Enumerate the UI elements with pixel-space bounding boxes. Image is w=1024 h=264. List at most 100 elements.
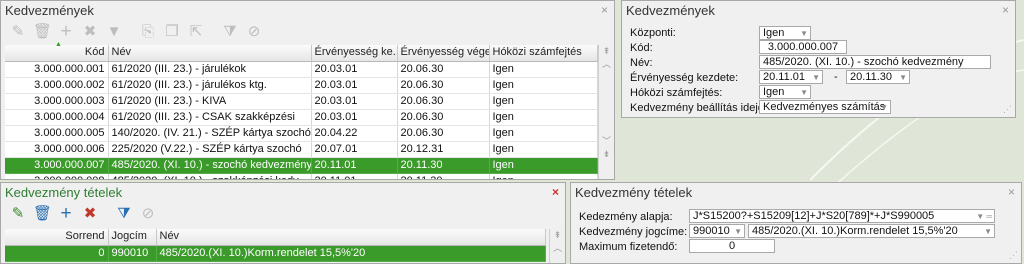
kozponti-select[interactable]: Igen ▼ [759,26,811,40]
trash-icon[interactable]: 🗑 [33,23,52,41]
filter-clear-icon[interactable]: ⊘ [245,23,263,41]
nev-field[interactable]: 485/2020. (XI. 10.) - szochó kedvezmény [759,55,991,69]
window-title-text: Kedvezmények [5,3,94,18]
maximum-field[interactable]: 0 [689,239,775,253]
filter-apply-icon[interactable]: ⧩ [115,205,133,223]
scroll-top-icon[interactable]: ⇞ [599,45,614,58]
table-cell: 20.11.01 [311,173,398,179]
chevron-down-icon: ▼ [800,29,808,38]
tools-icon[interactable]: ✖ [81,205,99,223]
table-cell: Igen [489,93,598,110]
chevron-down-icon: ▼ [812,73,820,82]
table-cell: Igen [489,77,598,94]
col-header-nev[interactable]: Név [108,45,312,62]
chevron-down-icon: ▼ [984,227,992,236]
table-cell: 3.000.000.008 [5,173,109,179]
col-header-hokozi[interactable]: Hóközi számfejtés [489,45,598,62]
beallitas-label: Kedvezmény beállítás ideje: [630,102,767,114]
table-row[interactable]: 3.000.000.005 140/2020. (IV. 21.) - SZÉP … [5,125,598,142]
table-cell: 20.11.30 [397,173,490,179]
close-icon[interactable]: × [601,1,608,20]
resize-grip-icon[interactable]: ⋰ [1003,104,1012,115]
table-cell: 61/2020 (III. 23.) - KIVA [108,93,312,110]
table-cell: 20.06.30 [397,61,490,78]
tetelek-table: Sorrend Jogcím Név 0 990010 485/2020.(XI. … [5,229,546,262]
col-header-erv-kezdete[interactable]: Érvényesség ke... [311,45,398,62]
window-title-text: Kedvezmény tételek [5,185,123,200]
scroll-track[interactable] [599,71,614,135]
plus-icon[interactable]: + [57,204,75,223]
chevron-down-icon: ▼ [800,88,808,97]
import-icon[interactable]: ⎘ [139,23,157,41]
kedvezmenyek-table: Kód Név Érvényesség ke... Érvényesség vé… [5,45,598,179]
table-row[interactable]: 3.000.000.001 61/2020 (III. 23.) - járulé… [5,61,598,78]
beallitas-select[interactable]: Kedvezményes számítás ▼ [759,100,891,114]
table-cell: Igen [489,157,598,174]
jogcim-code-value: 990010 [693,225,730,237]
hokozi-select[interactable]: Igen ▼ [759,85,811,99]
close-icon[interactable]: × [552,183,559,202]
filter-icon[interactable]: ▼ [105,23,123,41]
kedvezmenyek-list-window: Kedvezmények × ✎ 🗑 + ✖ ▼ ⎘ ❐ ⇱ ⧩ ⊘ Kód N… [0,0,615,180]
vertical-scrollbar[interactable]: ⇞ ︿ ﹀ ⇟ [598,45,614,179]
col-header-sorrend[interactable]: Sorrend [5,229,109,246]
table-row[interactable]: 3.000.000.008485/2020. (XI. 10.) - szakk… [5,173,598,179]
table-cell: 3.000.000.006 [5,141,109,158]
export-icon[interactable]: ⇱ [187,23,205,41]
close-icon[interactable]: × [1008,183,1015,202]
hokozi-value: Igen [763,86,785,98]
scroll-bottom-icon[interactable]: ⇟ [599,148,614,161]
table-row[interactable]: 0 990010 485/2020.(XI. 10.)Korm.rendelet 1… [5,245,546,262]
col-header-jogcim[interactable]: Jogcím [108,229,157,246]
erv-vege-value: 20.11.30 [850,71,893,83]
pencil-icon[interactable]: ✎ [9,23,27,41]
kedvezmeny-tetelek-window: Kedvezmény tételek × ✎ 🗑 + ✖ ⧩ ⊘ Sorrend… [0,182,566,264]
col-header-erv-vege[interactable]: Érvényesség vége [397,45,490,62]
trash-icon[interactable]: 🗑 [33,205,52,223]
erv-vege-field[interactable]: 20.11.30 ▼ [846,70,910,84]
table-cell: 140/2020. (IV. 21.) - SZÉP kártya szochó [108,125,312,142]
alapja-field[interactable]: J*S15200?+S15209[12]+J*S20[789]*+J*S9900… [689,209,995,223]
table-cell: 20.03.01 [311,93,398,110]
chevron-down-icon: ▼ ═ [976,212,992,221]
table-cell: 225/2020 (V.22.) - SZÉP kártya szochó [108,141,312,158]
copy-icon[interactable]: ❐ [163,23,181,41]
chevron-down-icon: ▼ [880,103,888,112]
filter-clear-icon[interactable]: ⊘ [139,205,157,223]
erv-kezdete-field[interactable]: 20.11.01 ▼ [759,70,823,84]
kozponti-label: Központi: [630,27,676,39]
erv-kezdete-value: 20.11.01 [763,71,806,83]
scroll-up-icon[interactable]: ︿ [599,58,614,71]
resize-grip-icon[interactable]: ⋰ [1009,250,1018,261]
kod-label: Kód: [630,42,653,54]
table-row[interactable]: 3.000.000.006 225/2020 (V.22.) - SZÉP kár… [5,141,598,158]
table-row[interactable]: 3.000.000.002 61/2020 (III. 23.) - járulé… [5,77,598,94]
filter-apply-icon[interactable]: ⧩ [221,23,239,41]
table-row[interactable]: 3.000.000.003 61/2020 (III. 23.) - KIVA 20… [5,93,598,110]
table-cell: 20.04.22 [311,125,398,142]
table-row[interactable]: 3.000.000.007 485/2020. (XI. 10.) - szoch… [5,157,598,174]
close-icon[interactable]: × [1002,1,1009,20]
scroll-top-icon[interactable]: ⇞ [550,229,565,242]
col-header-nev[interactable]: Név [156,229,546,246]
kod-field[interactable]: 3.000.000.007 [759,40,847,54]
table-row[interactable]: 3.000.000.004 61/2020 (III. 23.) - CSAK s… [5,109,598,126]
scroll-up-icon[interactable]: ︿ [550,242,565,255]
plus-icon[interactable]: + [57,22,75,41]
scroll-down-icon[interactable]: ﹀ [599,135,614,148]
jogcim-name-field[interactable]: 485/2020.(XI. 10.)Korm.rendelet 15,5%'20… [748,224,995,238]
tools-icon[interactable]: ✖ [81,23,99,41]
table-cell: 20.06.30 [397,93,490,110]
table-cell: Igen [489,109,598,126]
hokozi-label: Hóközi számfejtés: [630,87,723,99]
table-cell: 3.000.000.004 [5,109,109,126]
jogcim-code-field[interactable]: 990010 ▼ [689,224,745,238]
table-cell: 20.06.30 [397,125,490,142]
vertical-scrollbar[interactable]: ⇞ ︿ [549,229,565,263]
table-cell: 20.06.30 [397,77,490,94]
table-cell: 20.03.01 [311,77,398,94]
pencil-icon[interactable]: ✎ [9,205,27,223]
table-cell: 3.000.000.001 [5,61,109,78]
table-cell: 61/2020 (III. 23.) - járulékos ktg. [108,77,312,94]
table-cell: 0 [5,245,109,262]
